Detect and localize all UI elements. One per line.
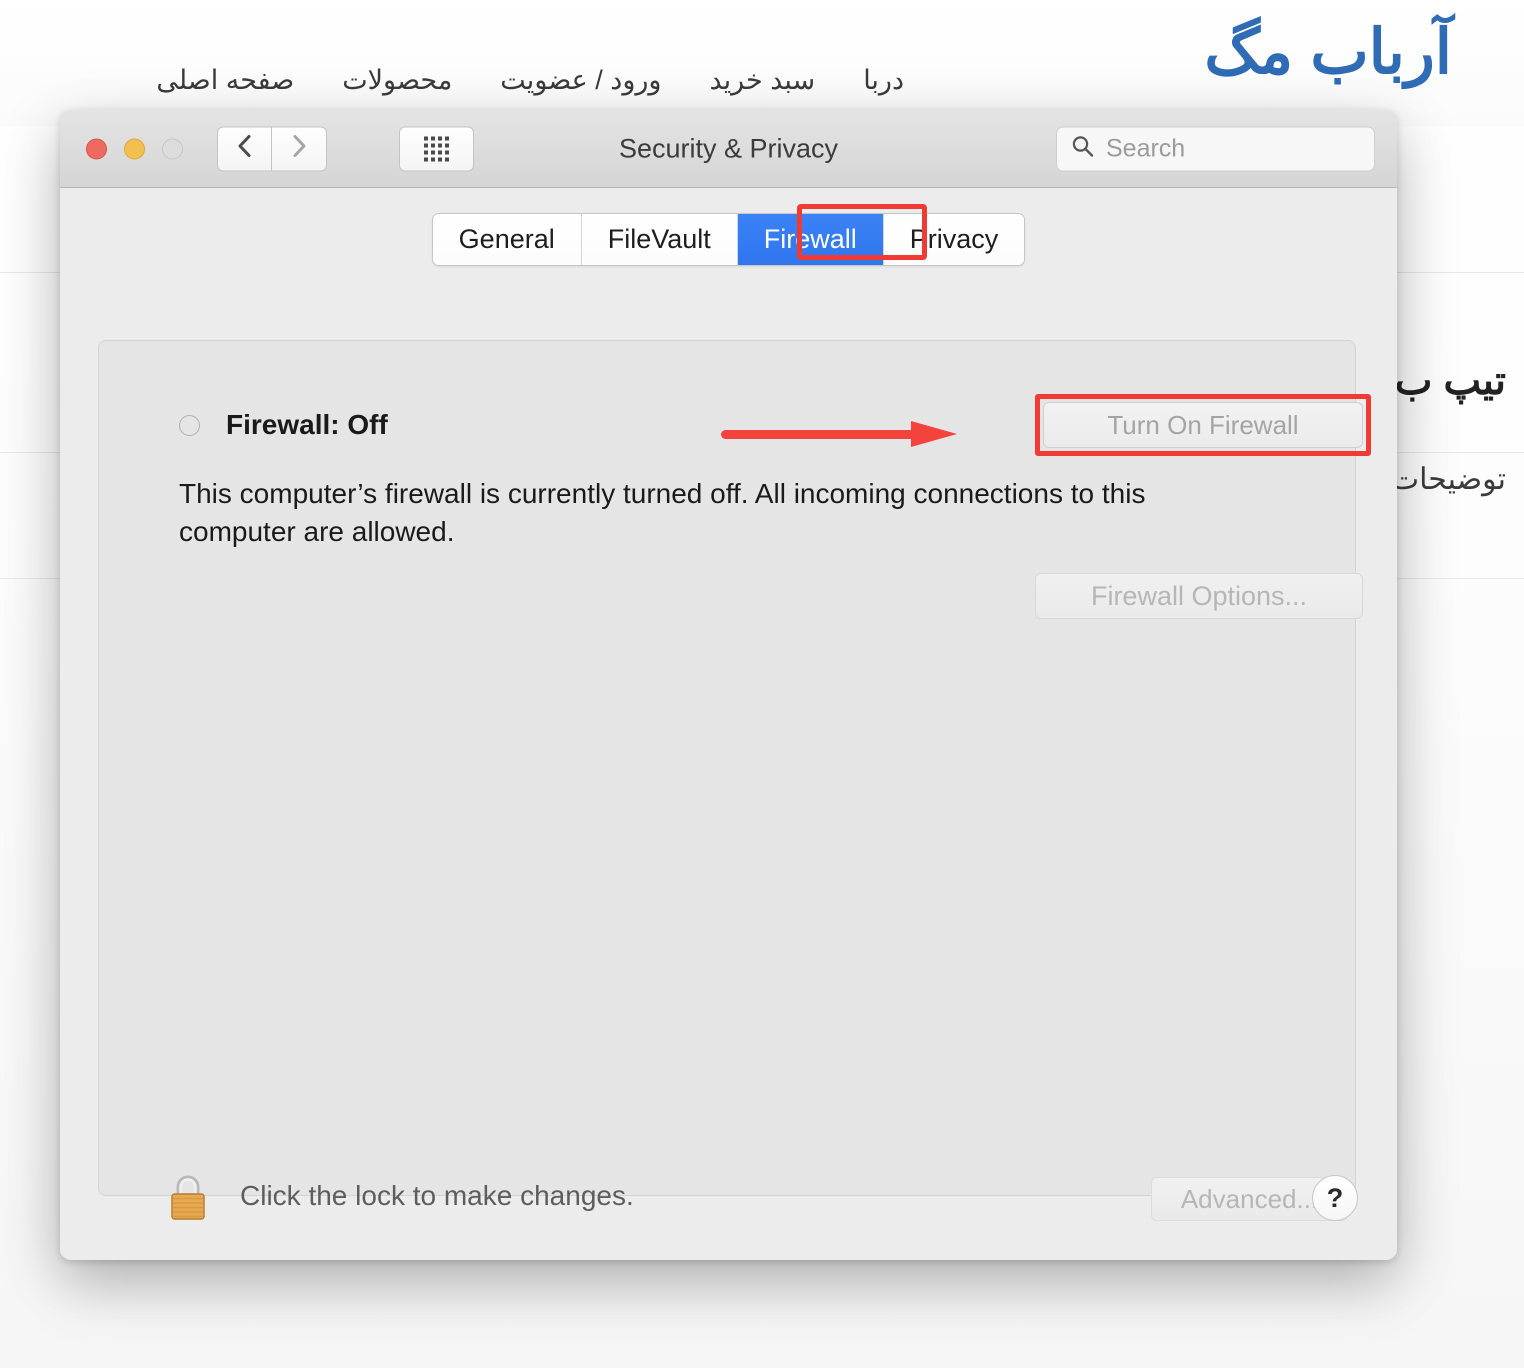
nav-item-login[interactable]: ورود / عضویت [500, 64, 661, 96]
annotation-arrow-icon [721, 421, 957, 447]
tab-privacy[interactable]: Privacy [883, 214, 1025, 265]
security-privacy-window: Security & Privacy Search General FileVa… [60, 110, 1397, 1260]
nav-item-about[interactable]: دربا [863, 64, 904, 96]
firewall-status-row: Firewall: Off [179, 409, 388, 441]
tab-filevault[interactable]: FileVault [581, 214, 738, 265]
closed-padlock-icon[interactable] [165, 1172, 211, 1224]
window-body: General FileVault Firewall Privacy Firew… [60, 188, 1397, 1260]
tab-general[interactable]: General [432, 214, 582, 265]
lock-caption-text: Click the lock to make changes. [240, 1180, 634, 1211]
preference-tab-bar: General FileVault Firewall Privacy [60, 204, 1397, 266]
firewall-content-panel: Firewall: Off Turn On Firewall This comp… [98, 340, 1371, 1196]
firewall-description-text: This computer’s firewall is currently tu… [179, 478, 1146, 548]
site-logo[interactable]: آرباب مگ [1204, 22, 1452, 84]
status-off-circle-icon [179, 414, 200, 436]
background-article-subtext: توضیحات [1390, 463, 1506, 496]
firewall-status-label: Firewall: Off [226, 409, 388, 440]
site-navigation: دربا سبد خرید ورود / عضویت محصولات صفحه … [156, 64, 904, 96]
firewall-options-button[interactable]: Firewall Options... [1035, 573, 1363, 619]
help-button[interactable]: ? [1312, 1175, 1358, 1221]
window-bottom-bar: Click the lock to make changes. Advanced… [60, 1150, 1397, 1260]
tab-firewall[interactable]: Firewall [737, 214, 884, 265]
background-article-heading: تیپ ب [1394, 359, 1506, 403]
tab-group: General FileVault Firewall Privacy [431, 213, 1026, 266]
turn-on-firewall-button[interactable]: Turn On Firewall [1043, 402, 1363, 448]
site-header: آرباب مگ دربا سبد خرید ورود / عضویت محصو… [0, 0, 1524, 126]
search-placeholder: Search [1106, 134, 1186, 162]
nav-item-cart[interactable]: سبد خرید [709, 64, 815, 96]
search-icon [1071, 135, 1094, 163]
window-titlebar: Security & Privacy Search [60, 110, 1397, 188]
search-input[interactable]: Search [1056, 126, 1375, 171]
nav-item-home[interactable]: صفحه اصلی [156, 64, 294, 96]
nav-item-products[interactable]: محصولات [342, 64, 452, 96]
